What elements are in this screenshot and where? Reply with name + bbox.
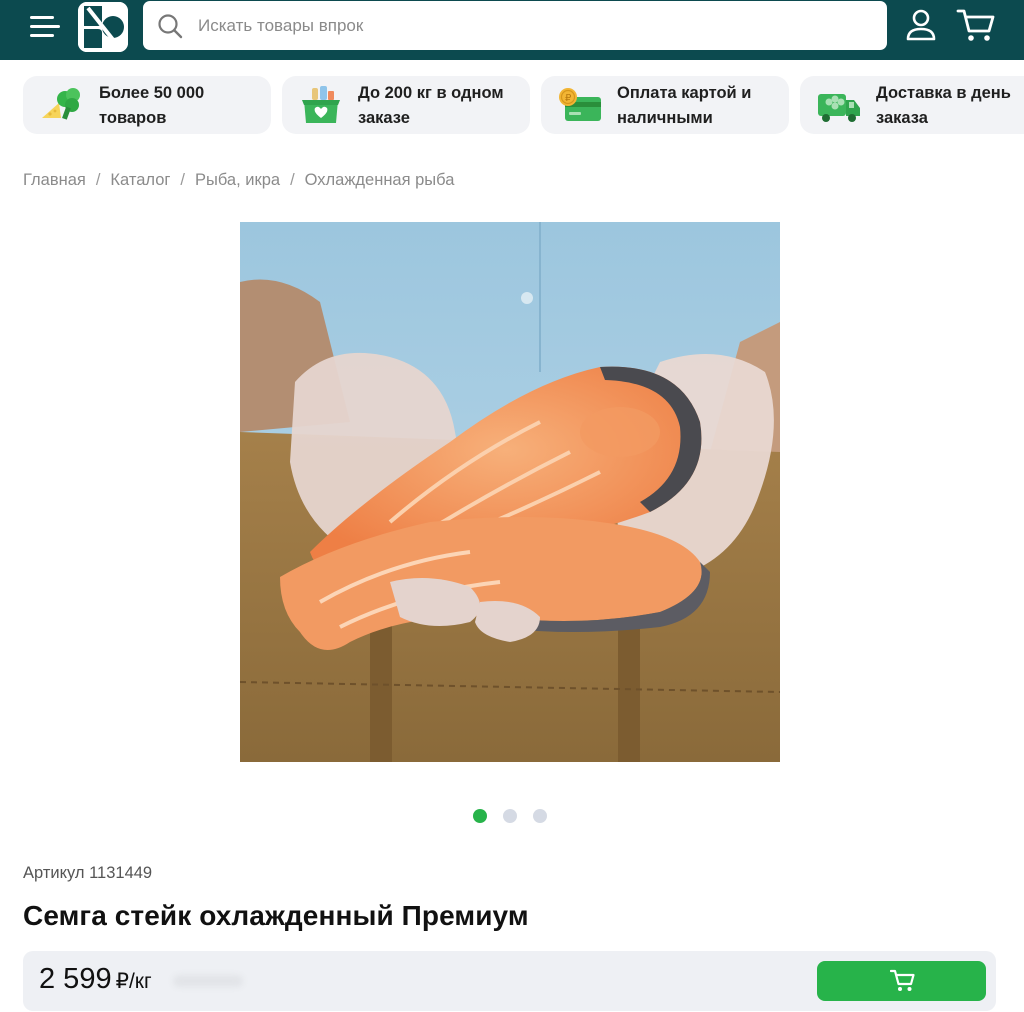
svg-text:₽: ₽ xyxy=(565,93,572,104)
feature-card-assortment: Более 50 000 товаров xyxy=(23,76,271,134)
price-value: 2 599 xyxy=(39,963,112,995)
slide-dot-2[interactable] xyxy=(503,809,517,823)
cart-icon xyxy=(890,969,915,991)
price-unit: ₽/кг xyxy=(115,970,152,993)
cart-icon[interactable] xyxy=(956,6,996,44)
old-price-blurred xyxy=(173,975,243,987)
delivery-truck-icon xyxy=(816,85,862,125)
breadcrumb: Главная / Каталог / Рыба, икра / Охлажденная р… xyxy=(23,171,455,189)
breadcrumb-fish-caviar[interactable]: Рыба, икра xyxy=(195,171,280,189)
slide-dot-1[interactable] xyxy=(473,809,487,823)
breadcrumb-home[interactable]: Главная xyxy=(23,171,86,189)
user-icon[interactable] xyxy=(904,8,938,42)
breadcrumb-chilled-fish[interactable]: Охлажденная рыба xyxy=(305,171,455,189)
menu-icon[interactable] xyxy=(28,12,62,42)
feature-text: До 200 кг в одном заказе xyxy=(358,84,504,127)
feature-text: Оплата картой и наличными xyxy=(617,84,752,127)
search-bar xyxy=(143,1,887,50)
feature-text: Доставка в день заказа xyxy=(876,84,1011,127)
price-bar: 2 599 ₽/кг xyxy=(23,951,996,1011)
feature-card-delivery: Доставка в день заказа xyxy=(800,76,1024,134)
add-to-cart-button[interactable] xyxy=(817,961,986,1001)
grocery-icon xyxy=(39,85,85,125)
breadcrumb-catalog[interactable]: Каталог xyxy=(110,171,170,189)
product-article: Артикул 1131449 xyxy=(23,864,153,882)
product-price: 2 599 ₽/кг xyxy=(39,963,152,996)
feature-card-weight: До 200 кг в одном заказе xyxy=(282,76,530,134)
feature-card-payment: ₽ Оплата картой и наличными xyxy=(541,76,789,134)
feature-text: Более 50 000 товаров xyxy=(99,84,205,127)
search-input[interactable] xyxy=(198,1,868,50)
product-title: Семга стейк охлажденный Премиум xyxy=(23,900,529,931)
slide-dot-3[interactable] xyxy=(533,809,547,823)
salmon-steak-photo[interactable] xyxy=(240,222,780,762)
box-icon xyxy=(298,85,344,125)
search-icon[interactable] xyxy=(157,13,183,39)
header xyxy=(0,0,1024,60)
logo-icon[interactable] xyxy=(78,2,128,52)
payment-card-icon: ₽ xyxy=(557,85,603,125)
